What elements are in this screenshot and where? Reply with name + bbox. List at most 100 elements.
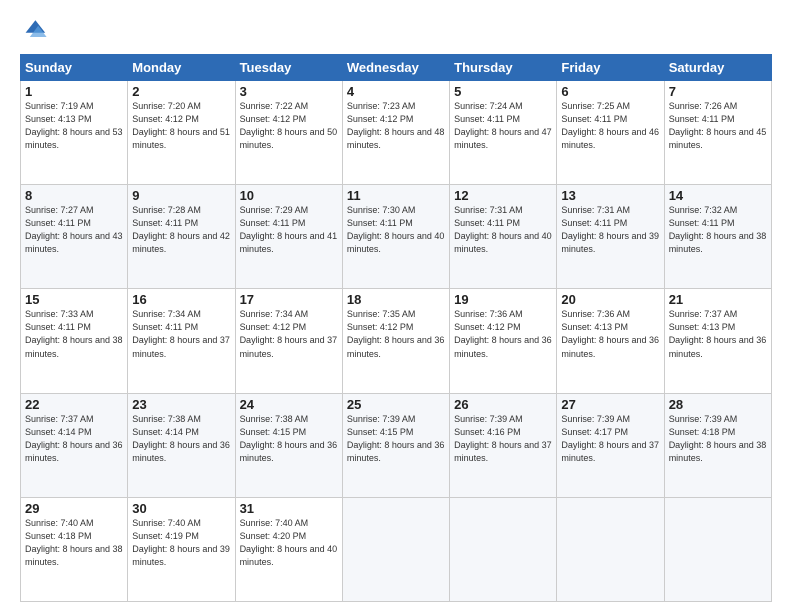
day-cell: 3Sunrise: 7:22 AM Sunset: 4:12 PM Daylig… bbox=[235, 81, 342, 185]
page: SundayMondayTuesdayWednesdayThursdayFrid… bbox=[0, 0, 792, 612]
day-cell: 22Sunrise: 7:37 AM Sunset: 4:14 PM Dayli… bbox=[21, 393, 128, 497]
day-info: Sunrise: 7:31 AM Sunset: 4:11 PM Dayligh… bbox=[454, 204, 552, 256]
day-number: 29 bbox=[25, 501, 123, 516]
day-info: Sunrise: 7:26 AM Sunset: 4:11 PM Dayligh… bbox=[669, 100, 767, 152]
day-cell: 24Sunrise: 7:38 AM Sunset: 4:15 PM Dayli… bbox=[235, 393, 342, 497]
day-number: 5 bbox=[454, 84, 552, 99]
day-info: Sunrise: 7:35 AM Sunset: 4:12 PM Dayligh… bbox=[347, 308, 445, 360]
day-cell bbox=[557, 497, 664, 601]
logo bbox=[20, 16, 52, 44]
day-info: Sunrise: 7:37 AM Sunset: 4:13 PM Dayligh… bbox=[669, 308, 767, 360]
header-day-saturday: Saturday bbox=[664, 55, 771, 81]
day-cell: 29Sunrise: 7:40 AM Sunset: 4:18 PM Dayli… bbox=[21, 497, 128, 601]
day-cell: 21Sunrise: 7:37 AM Sunset: 4:13 PM Dayli… bbox=[664, 289, 771, 393]
day-number: 24 bbox=[240, 397, 338, 412]
day-cell: 2Sunrise: 7:20 AM Sunset: 4:12 PM Daylig… bbox=[128, 81, 235, 185]
day-number: 11 bbox=[347, 188, 445, 203]
header bbox=[20, 16, 772, 44]
day-number: 2 bbox=[132, 84, 230, 99]
day-cell: 27Sunrise: 7:39 AM Sunset: 4:17 PM Dayli… bbox=[557, 393, 664, 497]
day-number: 17 bbox=[240, 292, 338, 307]
day-cell: 28Sunrise: 7:39 AM Sunset: 4:18 PM Dayli… bbox=[664, 393, 771, 497]
day-number: 26 bbox=[454, 397, 552, 412]
day-number: 31 bbox=[240, 501, 338, 516]
day-info: Sunrise: 7:33 AM Sunset: 4:11 PM Dayligh… bbox=[25, 308, 123, 360]
day-info: Sunrise: 7:34 AM Sunset: 4:11 PM Dayligh… bbox=[132, 308, 230, 360]
day-info: Sunrise: 7:34 AM Sunset: 4:12 PM Dayligh… bbox=[240, 308, 338, 360]
day-number: 3 bbox=[240, 84, 338, 99]
day-number: 28 bbox=[669, 397, 767, 412]
day-cell: 18Sunrise: 7:35 AM Sunset: 4:12 PM Dayli… bbox=[342, 289, 449, 393]
day-info: Sunrise: 7:27 AM Sunset: 4:11 PM Dayligh… bbox=[25, 204, 123, 256]
day-cell: 12Sunrise: 7:31 AM Sunset: 4:11 PM Dayli… bbox=[450, 185, 557, 289]
day-cell: 13Sunrise: 7:31 AM Sunset: 4:11 PM Dayli… bbox=[557, 185, 664, 289]
header-day-monday: Monday bbox=[128, 55, 235, 81]
day-info: Sunrise: 7:38 AM Sunset: 4:14 PM Dayligh… bbox=[132, 413, 230, 465]
header-day-tuesday: Tuesday bbox=[235, 55, 342, 81]
week-row-1: 1Sunrise: 7:19 AM Sunset: 4:13 PM Daylig… bbox=[21, 81, 772, 185]
day-info: Sunrise: 7:37 AM Sunset: 4:14 PM Dayligh… bbox=[25, 413, 123, 465]
day-cell: 8Sunrise: 7:27 AM Sunset: 4:11 PM Daylig… bbox=[21, 185, 128, 289]
day-cell: 17Sunrise: 7:34 AM Sunset: 4:12 PM Dayli… bbox=[235, 289, 342, 393]
week-row-5: 29Sunrise: 7:40 AM Sunset: 4:18 PM Dayli… bbox=[21, 497, 772, 601]
day-number: 8 bbox=[25, 188, 123, 203]
day-number: 4 bbox=[347, 84, 445, 99]
day-info: Sunrise: 7:40 AM Sunset: 4:18 PM Dayligh… bbox=[25, 517, 123, 569]
day-cell: 31Sunrise: 7:40 AM Sunset: 4:20 PM Dayli… bbox=[235, 497, 342, 601]
day-info: Sunrise: 7:39 AM Sunset: 4:15 PM Dayligh… bbox=[347, 413, 445, 465]
header-day-sunday: Sunday bbox=[21, 55, 128, 81]
day-cell bbox=[664, 497, 771, 601]
day-number: 13 bbox=[561, 188, 659, 203]
day-info: Sunrise: 7:19 AM Sunset: 4:13 PM Dayligh… bbox=[25, 100, 123, 152]
header-day-wednesday: Wednesday bbox=[342, 55, 449, 81]
week-row-3: 15Sunrise: 7:33 AM Sunset: 4:11 PM Dayli… bbox=[21, 289, 772, 393]
logo-icon bbox=[20, 16, 48, 44]
day-cell: 25Sunrise: 7:39 AM Sunset: 4:15 PM Dayli… bbox=[342, 393, 449, 497]
day-cell: 4Sunrise: 7:23 AM Sunset: 4:12 PM Daylig… bbox=[342, 81, 449, 185]
day-cell: 23Sunrise: 7:38 AM Sunset: 4:14 PM Dayli… bbox=[128, 393, 235, 497]
day-number: 9 bbox=[132, 188, 230, 203]
day-cell bbox=[342, 497, 449, 601]
day-number: 16 bbox=[132, 292, 230, 307]
day-number: 10 bbox=[240, 188, 338, 203]
calendar-table: SundayMondayTuesdayWednesdayThursdayFrid… bbox=[20, 54, 772, 602]
day-cell: 19Sunrise: 7:36 AM Sunset: 4:12 PM Dayli… bbox=[450, 289, 557, 393]
day-number: 14 bbox=[669, 188, 767, 203]
header-day-thursday: Thursday bbox=[450, 55, 557, 81]
day-info: Sunrise: 7:39 AM Sunset: 4:16 PM Dayligh… bbox=[454, 413, 552, 465]
day-number: 21 bbox=[669, 292, 767, 307]
day-info: Sunrise: 7:40 AM Sunset: 4:19 PM Dayligh… bbox=[132, 517, 230, 569]
day-number: 19 bbox=[454, 292, 552, 307]
header-row: SundayMondayTuesdayWednesdayThursdayFrid… bbox=[21, 55, 772, 81]
day-number: 12 bbox=[454, 188, 552, 203]
day-cell bbox=[450, 497, 557, 601]
day-cell: 14Sunrise: 7:32 AM Sunset: 4:11 PM Dayli… bbox=[664, 185, 771, 289]
day-number: 23 bbox=[132, 397, 230, 412]
day-number: 25 bbox=[347, 397, 445, 412]
day-cell: 6Sunrise: 7:25 AM Sunset: 4:11 PM Daylig… bbox=[557, 81, 664, 185]
day-info: Sunrise: 7:39 AM Sunset: 4:17 PM Dayligh… bbox=[561, 413, 659, 465]
day-info: Sunrise: 7:31 AM Sunset: 4:11 PM Dayligh… bbox=[561, 204, 659, 256]
day-info: Sunrise: 7:39 AM Sunset: 4:18 PM Dayligh… bbox=[669, 413, 767, 465]
day-cell: 15Sunrise: 7:33 AM Sunset: 4:11 PM Dayli… bbox=[21, 289, 128, 393]
day-info: Sunrise: 7:22 AM Sunset: 4:12 PM Dayligh… bbox=[240, 100, 338, 152]
day-cell: 9Sunrise: 7:28 AM Sunset: 4:11 PM Daylig… bbox=[128, 185, 235, 289]
day-info: Sunrise: 7:38 AM Sunset: 4:15 PM Dayligh… bbox=[240, 413, 338, 465]
day-number: 18 bbox=[347, 292, 445, 307]
day-info: Sunrise: 7:20 AM Sunset: 4:12 PM Dayligh… bbox=[132, 100, 230, 152]
day-number: 6 bbox=[561, 84, 659, 99]
day-number: 30 bbox=[132, 501, 230, 516]
day-number: 22 bbox=[25, 397, 123, 412]
day-cell: 10Sunrise: 7:29 AM Sunset: 4:11 PM Dayli… bbox=[235, 185, 342, 289]
day-number: 1 bbox=[25, 84, 123, 99]
day-number: 20 bbox=[561, 292, 659, 307]
day-info: Sunrise: 7:40 AM Sunset: 4:20 PM Dayligh… bbox=[240, 517, 338, 569]
day-info: Sunrise: 7:32 AM Sunset: 4:11 PM Dayligh… bbox=[669, 204, 767, 256]
header-day-friday: Friday bbox=[557, 55, 664, 81]
week-row-2: 8Sunrise: 7:27 AM Sunset: 4:11 PM Daylig… bbox=[21, 185, 772, 289]
day-info: Sunrise: 7:29 AM Sunset: 4:11 PM Dayligh… bbox=[240, 204, 338, 256]
day-cell: 11Sunrise: 7:30 AM Sunset: 4:11 PM Dayli… bbox=[342, 185, 449, 289]
day-cell: 26Sunrise: 7:39 AM Sunset: 4:16 PM Dayli… bbox=[450, 393, 557, 497]
day-cell: 5Sunrise: 7:24 AM Sunset: 4:11 PM Daylig… bbox=[450, 81, 557, 185]
day-info: Sunrise: 7:25 AM Sunset: 4:11 PM Dayligh… bbox=[561, 100, 659, 152]
